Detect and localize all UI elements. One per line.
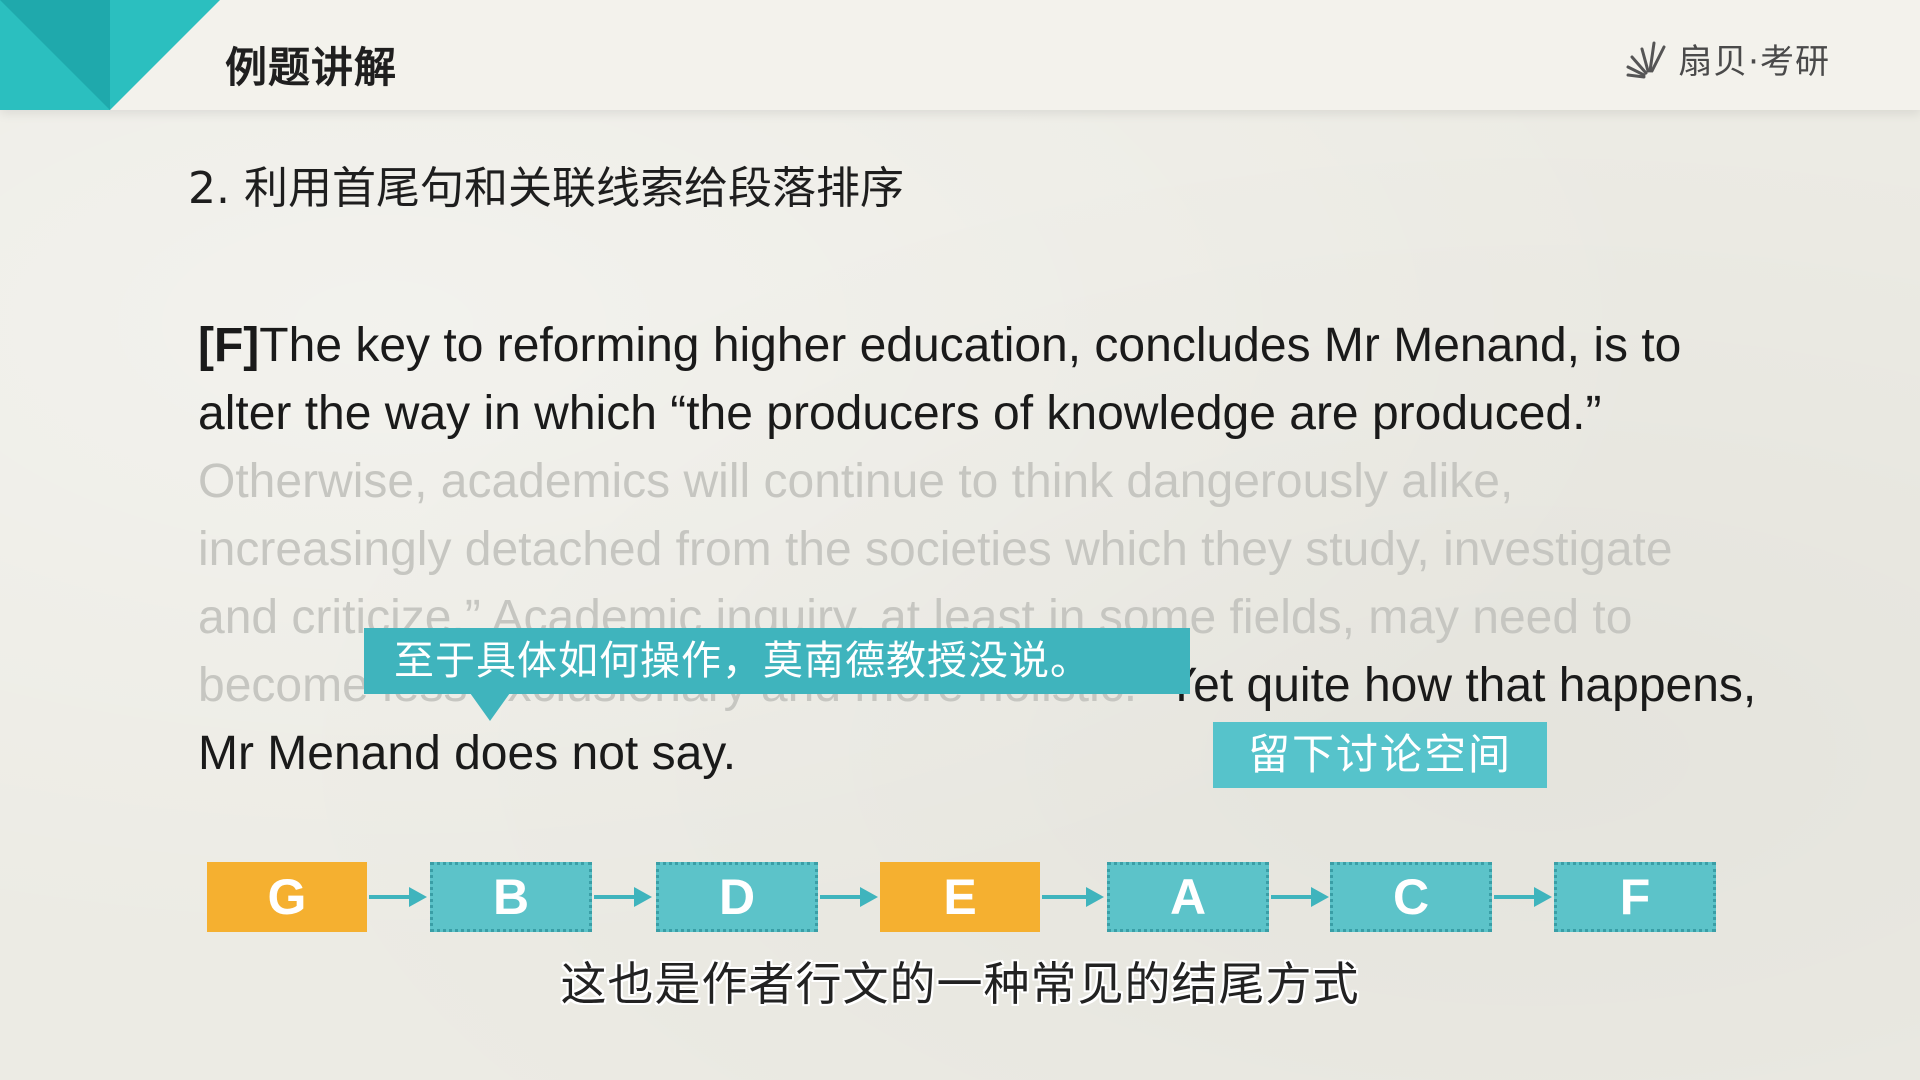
- arrow-right-icon: [594, 887, 652, 907]
- sequence-box-d: D: [656, 862, 818, 932]
- sequence-box-f: F: [1554, 862, 1716, 932]
- arrow-right-icon: [1494, 887, 1552, 907]
- paragraph-label: [F]: [198, 319, 260, 372]
- brand-name: 扇贝·考研: [1678, 42, 1830, 82]
- header-title: 例题讲解: [225, 43, 398, 92]
- brand-logo: 扇贝·考研: [1620, 34, 1830, 83]
- sequence-box-a: A: [1107, 862, 1269, 932]
- arrow-right-icon: [820, 887, 878, 907]
- callout-translation: 至于具体如何操作，莫南德教授没说。: [364, 628, 1190, 694]
- arrow-right-icon: [1042, 887, 1104, 907]
- sequence-box-e: E: [880, 862, 1040, 932]
- corner-decoration: [0, 0, 220, 110]
- passage-text: [F]The key to reforming higher education…: [198, 312, 1758, 788]
- passage-sentence-1: The key to reforming higher education, c…: [198, 319, 1682, 440]
- note-tag: 留下讨论空间: [1213, 722, 1547, 788]
- header-bar: 例题讲解 扇贝·考研: [0, 0, 1920, 110]
- sequence-box-c: C: [1330, 862, 1492, 932]
- shell-icon: [1626, 41, 1666, 78]
- sequence-box-g: G: [207, 862, 367, 932]
- sequence-box-b: B: [430, 862, 592, 932]
- video-subtitle: 这也是作者行文的一种常见的结尾方式: [560, 957, 1360, 1011]
- arrow-right-icon: [1271, 887, 1329, 907]
- arrow-right-icon: [369, 887, 427, 907]
- section-title: 2. 利用首尾句和关联线索给段落排序: [188, 163, 904, 214]
- callout-pointer: [470, 693, 510, 721]
